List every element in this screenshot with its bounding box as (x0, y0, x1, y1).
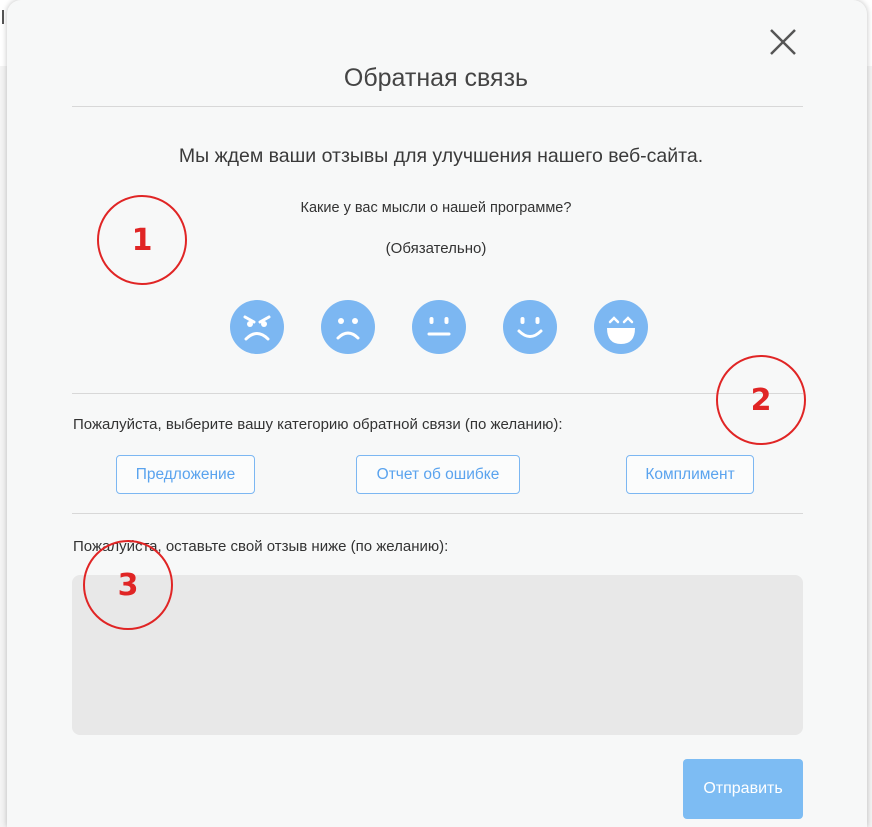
category-bug-report-button[interactable]: Отчет об ошибке (356, 455, 520, 494)
annotation-marker-2: 2 (716, 355, 806, 445)
dialog-title: Обратная связь (343, 64, 529, 92)
angry-face-icon[interactable] (230, 300, 284, 354)
happy-face-icon[interactable] (594, 300, 648, 354)
rating-divider (72, 393, 803, 394)
sad-face-icon[interactable] (321, 300, 375, 354)
dialog-subtitle: Мы ждем ваши отзывы для улучшения нашего… (178, 145, 704, 167)
category-suggestion-button[interactable]: Предложение (116, 455, 255, 494)
close-icon[interactable] (767, 26, 799, 58)
annotation-marker-1: 1 (97, 195, 187, 285)
annotation-marker-3: 3 (83, 540, 173, 630)
category-compliment-button[interactable]: Комплимент (626, 455, 754, 494)
category-divider (72, 513, 803, 514)
category-label: Пожалуйста, выберите вашу категорию обра… (73, 416, 563, 433)
rating-faces (230, 300, 650, 356)
feedback-textarea[interactable] (72, 575, 803, 735)
background-text-cursor (2, 10, 4, 24)
neutral-face-icon[interactable] (412, 300, 466, 354)
title-divider (72, 106, 803, 107)
smile-face-icon[interactable] (503, 300, 557, 354)
submit-button[interactable]: Отправить (683, 759, 803, 819)
